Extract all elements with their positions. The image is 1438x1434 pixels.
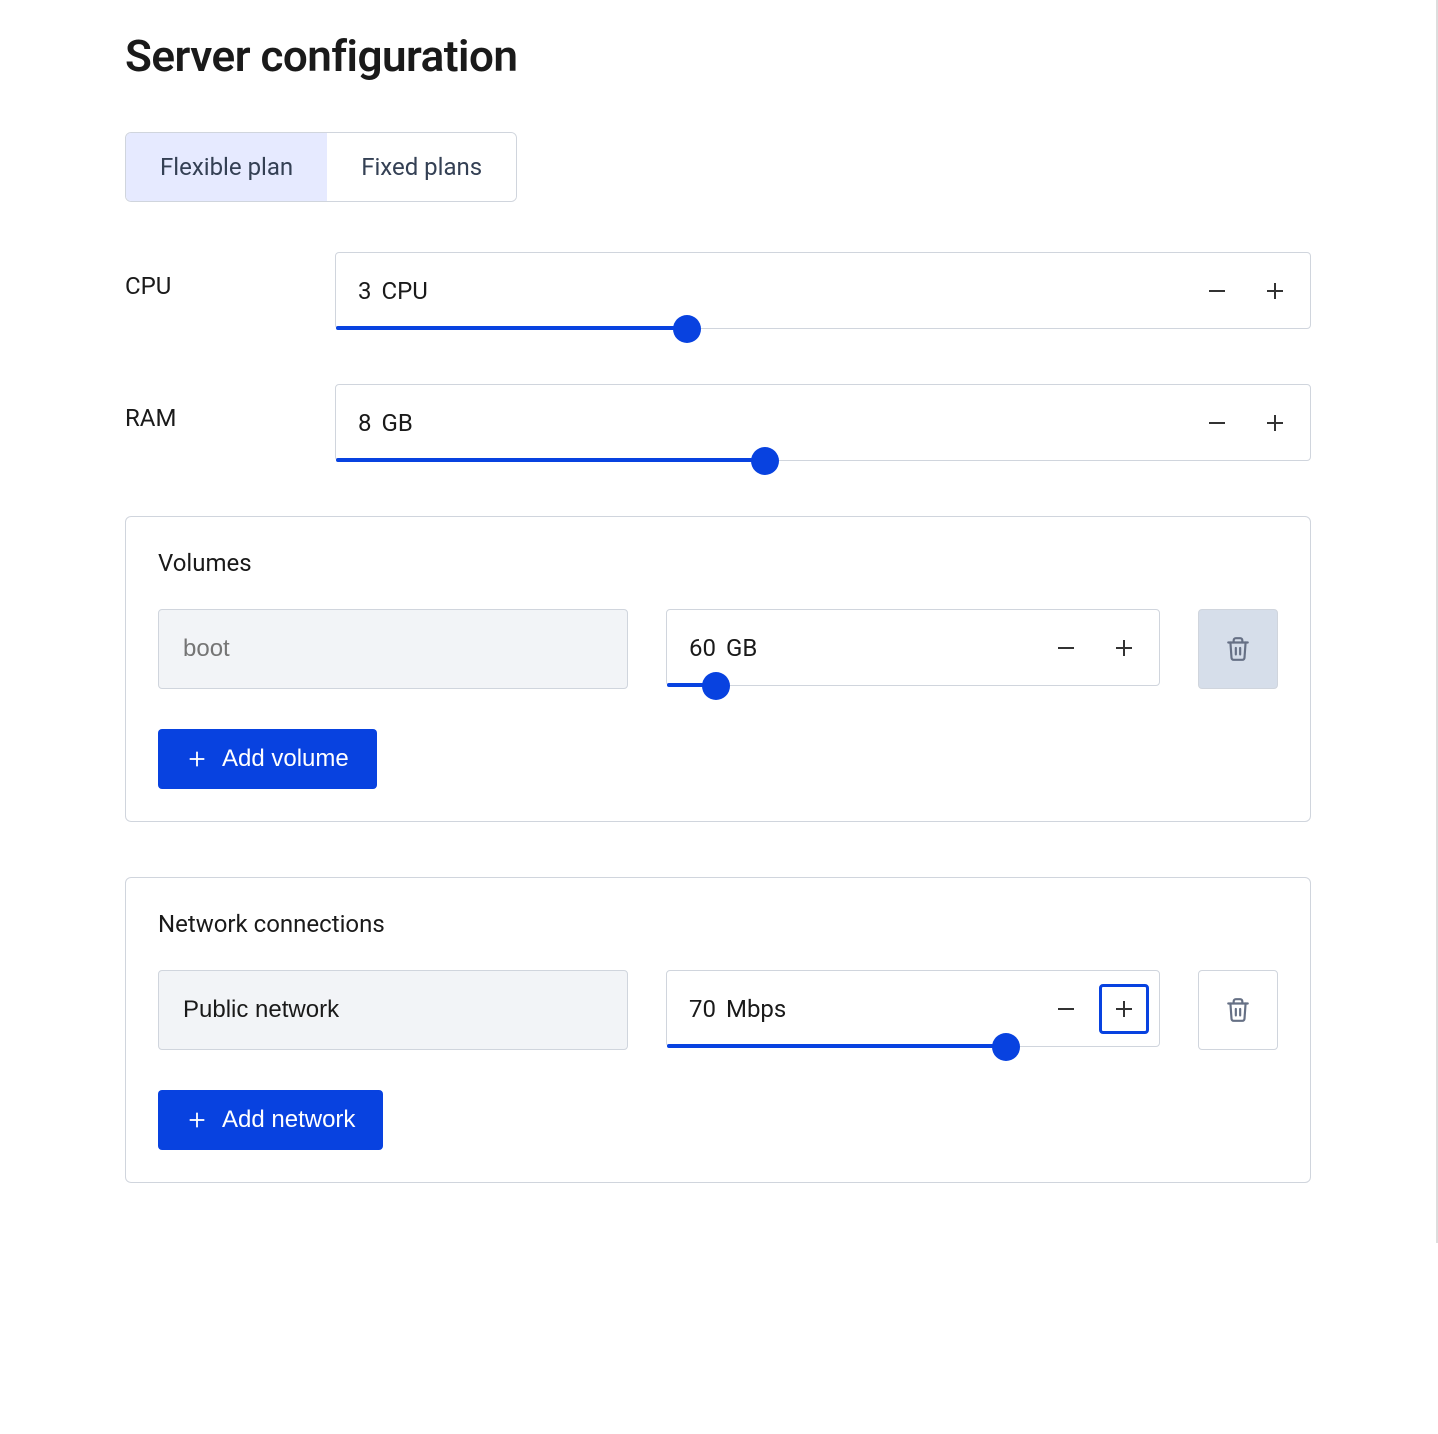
ram-handle[interactable] bbox=[751, 447, 779, 475]
ram-slider[interactable]: 8 GB bbox=[335, 384, 1311, 461]
cpu-decrement-button[interactable] bbox=[1192, 266, 1242, 316]
volumes-panel: Volumes 60 GB bbox=[125, 516, 1311, 822]
tab-flexible-plan[interactable]: Flexible plan bbox=[126, 133, 327, 201]
ram-label: RAM bbox=[125, 384, 335, 432]
ram-row: RAM 8 GB bbox=[125, 384, 1311, 461]
plus-icon bbox=[1263, 411, 1287, 435]
server-config-page: Server configuration Flexible plan Fixed… bbox=[0, 0, 1438, 1243]
network-row: 70 Mbps bbox=[158, 970, 1278, 1050]
plan-tabs: Flexible plan Fixed plans bbox=[125, 132, 517, 202]
add-network-label: Add network bbox=[222, 1106, 355, 1134]
page-title: Server configuration bbox=[125, 30, 1311, 82]
tab-fixed-plans[interactable]: Fixed plans bbox=[327, 133, 516, 201]
cpu-increment-button[interactable] bbox=[1250, 266, 1300, 316]
network-name-input[interactable] bbox=[158, 970, 628, 1050]
volume-increment-button[interactable] bbox=[1099, 623, 1149, 673]
ram-unit: GB bbox=[382, 409, 413, 437]
networks-panel: Network connections 70 Mbps bbox=[125, 877, 1311, 1183]
volumes-title: Volumes bbox=[158, 549, 1278, 577]
network-decrement-button[interactable] bbox=[1041, 984, 1091, 1034]
network-track bbox=[667, 1044, 1006, 1048]
network-handle[interactable] bbox=[992, 1033, 1020, 1061]
plus-icon bbox=[1263, 279, 1287, 303]
cpu-unit: CPU bbox=[382, 277, 428, 305]
network-increment-button[interactable] bbox=[1099, 984, 1149, 1034]
minus-icon bbox=[1205, 411, 1229, 435]
add-network-button[interactable]: Add network bbox=[158, 1090, 383, 1150]
trash-icon bbox=[1225, 997, 1251, 1023]
minus-icon bbox=[1205, 279, 1229, 303]
ram-decrement-button[interactable] bbox=[1192, 398, 1242, 448]
network-bandwidth-slider[interactable]: 70 Mbps bbox=[666, 970, 1160, 1047]
volume-decrement-button[interactable] bbox=[1041, 623, 1091, 673]
cpu-row: CPU 3 CPU bbox=[125, 252, 1311, 329]
add-volume-button[interactable]: Add volume bbox=[158, 729, 377, 789]
network-bandwidth-value: 70 bbox=[689, 995, 716, 1023]
plus-icon bbox=[1112, 636, 1136, 660]
cpu-value: 3 bbox=[358, 277, 372, 305]
plus-icon bbox=[186, 748, 208, 770]
volume-delete-button bbox=[1198, 609, 1278, 689]
cpu-label: CPU bbox=[125, 252, 335, 300]
trash-icon bbox=[1225, 636, 1251, 662]
cpu-track bbox=[336, 326, 687, 330]
add-volume-label: Add volume bbox=[222, 745, 349, 773]
ram-increment-button[interactable] bbox=[1250, 398, 1300, 448]
volume-name-input[interactable] bbox=[158, 609, 628, 689]
volume-size-slider[interactable]: 60 GB bbox=[666, 609, 1160, 686]
plus-icon bbox=[1112, 997, 1136, 1021]
volume-size-value: 60 bbox=[689, 634, 716, 662]
volume-row: 60 GB bbox=[158, 609, 1278, 689]
plus-icon bbox=[186, 1109, 208, 1131]
cpu-slider[interactable]: 3 CPU bbox=[335, 252, 1311, 329]
network-bandwidth-unit: Mbps bbox=[726, 995, 786, 1023]
volume-handle[interactable] bbox=[702, 672, 730, 700]
ram-track bbox=[336, 458, 765, 462]
ram-value: 8 bbox=[358, 409, 372, 437]
network-delete-button[interactable] bbox=[1198, 970, 1278, 1050]
volume-size-unit: GB bbox=[726, 634, 757, 662]
networks-title: Network connections bbox=[158, 910, 1278, 938]
minus-icon bbox=[1054, 997, 1078, 1021]
minus-icon bbox=[1054, 636, 1078, 660]
cpu-handle[interactable] bbox=[673, 315, 701, 343]
